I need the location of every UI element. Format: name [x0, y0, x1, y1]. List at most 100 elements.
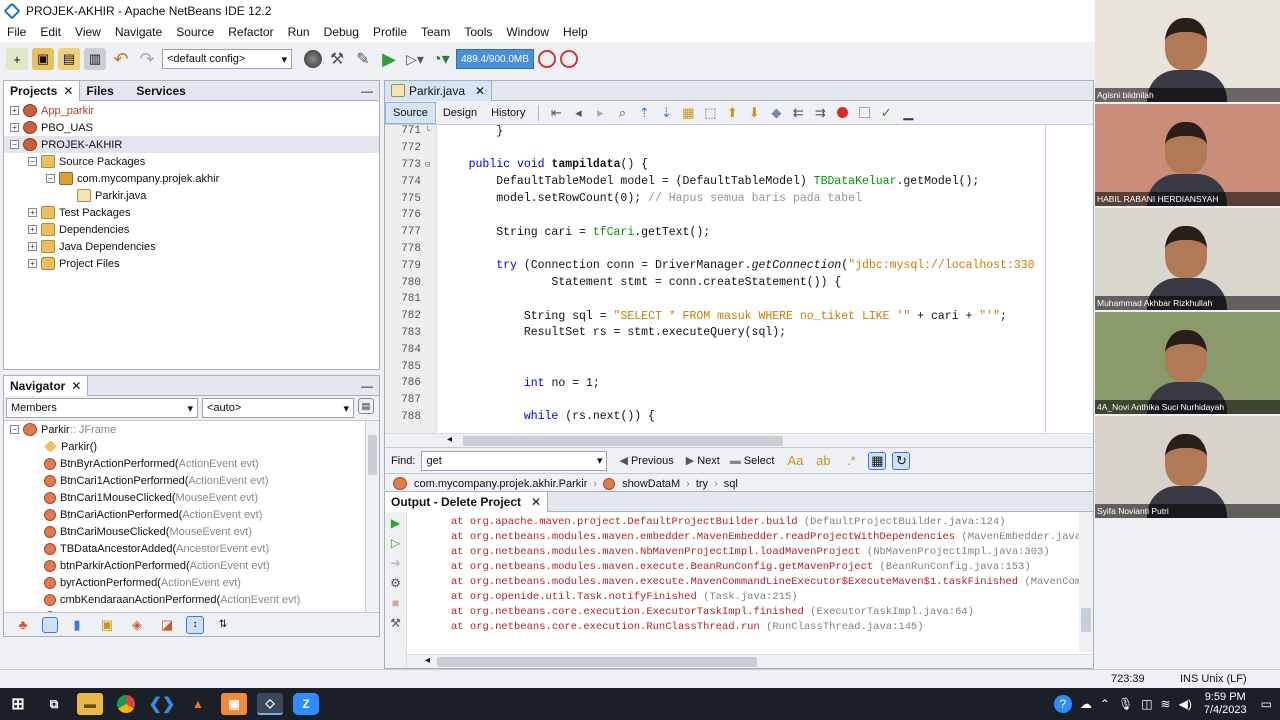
- breadcrumb-item[interactable]: showDataM: [603, 477, 680, 490]
- menu-refactor[interactable]: Refactor: [221, 25, 280, 39]
- expand-icon[interactable]: +: [10, 106, 19, 115]
- participant-video[interactable]: Muhammad Akhbar Rizkhullah: [1095, 208, 1280, 310]
- undo-icon[interactable]: ↶: [110, 48, 132, 70]
- config-select[interactable]: <default config> ▾: [162, 49, 292, 69]
- navigator-member[interactable]: BtnCari1MouseClicked(MouseEvent evt): [4, 489, 379, 506]
- run-icon[interactable]: ▶: [378, 48, 400, 70]
- menu-edit[interactable]: Edit: [33, 25, 68, 39]
- menu-window[interactable]: Window: [499, 25, 556, 39]
- menu-help[interactable]: Help: [556, 25, 595, 39]
- expand-icon[interactable]: +: [28, 208, 37, 217]
- menu-debug[interactable]: Debug: [317, 25, 366, 39]
- tab-files[interactable]: Files: [80, 81, 130, 101]
- collapse-icon[interactable]: −: [10, 140, 19, 149]
- tab-navigator[interactable]: Navigator ✕: [4, 375, 89, 396]
- code-line[interactable]: 781: [385, 291, 1093, 308]
- profile-icon[interactable]: ◔▾: [430, 48, 452, 70]
- find-prev-icon[interactable]: ⇡: [633, 102, 655, 124]
- start-macro-icon[interactable]: [831, 102, 853, 124]
- chrome-icon[interactable]: [113, 693, 139, 715]
- volume-icon[interactable]: ◀): [1179, 697, 1192, 711]
- help-icon[interactable]: ?: [1053, 695, 1072, 713]
- tree-item[interactable]: Parkir.java: [4, 187, 379, 204]
- output-line[interactable]: at org.openide.util.Task.notifyFinished …: [451, 589, 1093, 604]
- fold-marker[interactable]: ⊟: [425, 160, 441, 170]
- close-icon[interactable]: ✕: [71, 379, 81, 393]
- stack-frame-link[interactable]: at org.netbeans.modules.maven.embedder.M…: [451, 531, 955, 543]
- navigator-member[interactable]: TBDataAncestorAdded(AncestorEvent evt): [4, 540, 379, 557]
- find-icon[interactable]: ⌕: [611, 102, 633, 124]
- navigator-scrollbar[interactable]: [365, 421, 379, 635]
- hammer-icon[interactable]: ⚒: [326, 48, 348, 70]
- navigator-member[interactable]: BtnCari1ActionPerformed(ActionEvent evt): [4, 472, 379, 489]
- menu-file[interactable]: File: [0, 25, 33, 39]
- code-line[interactable]: 787: [385, 392, 1093, 409]
- tree-item[interactable]: + Java Dependencies: [4, 238, 379, 255]
- whole-words-icon[interactable]: ab: [812, 450, 834, 472]
- code-line[interactable]: 775 model.setRowCount(0); // Hapus semua…: [385, 190, 1093, 207]
- onedrive-icon[interactable]: ☁: [1080, 697, 1092, 711]
- navigator-member[interactable]: cmbKendaraanActionPerformed(ActionEvent …: [4, 591, 379, 608]
- stop-macro-icon[interactable]: [853, 102, 875, 124]
- editor-hscrollbar[interactable]: ◂: [385, 433, 1093, 447]
- hierarchy-icon[interactable]: ♣: [12, 614, 34, 636]
- clean-build-icon[interactable]: ✎: [352, 48, 374, 70]
- memory-indicator[interactable]: 489.4/900.0MB: [456, 49, 534, 69]
- debug-icon[interactable]: ▷▾: [404, 48, 426, 70]
- code-line[interactable]: 778: [385, 241, 1093, 258]
- breadcrumb-item[interactable]: com.mycompany.projek.akhir.Parkir: [393, 477, 587, 490]
- find-previous-button[interactable]: ◀ Previous: [619, 454, 673, 468]
- inherited-icon[interactable]: ◈: [126, 614, 148, 636]
- check-code-icon[interactable]: ✓: [875, 102, 897, 124]
- find-next-icon[interactable]: ⇣: [655, 102, 677, 124]
- output-line[interactable]: at org.netbeans.modules.maven.execute.Ma…: [451, 574, 1093, 589]
- breadcrumb-item[interactable]: try: [696, 478, 708, 490]
- collapse-icon[interactable]: −: [46, 174, 55, 183]
- gc-icon[interactable]: [538, 50, 556, 68]
- menu-team[interactable]: Team: [414, 25, 457, 39]
- expand-icon[interactable]: +: [10, 123, 19, 132]
- navigator-member[interactable]: BtnByrActionPerformed(ActionEvent evt): [4, 455, 379, 472]
- regex-icon[interactable]: .*: [840, 450, 862, 472]
- tab-parkir-java[interactable]: Parkir.java ✕: [385, 80, 493, 101]
- navigator-member[interactable]: byrActionPerformed(ActionEvent evt): [4, 574, 379, 591]
- code-line[interactable]: 783 ResultSet rs = stmt.executeQuery(sql…: [385, 325, 1093, 342]
- tree-item[interactable]: + Dependencies: [4, 221, 379, 238]
- code-line[interactable]: 774 DefaultTableModel model = (DefaultTa…: [385, 173, 1093, 190]
- menu-run[interactable]: Run: [281, 25, 317, 39]
- tab-projects[interactable]: Projects ✕: [4, 80, 81, 101]
- rerun-with-icon[interactable]: ▷: [391, 536, 400, 550]
- scroll-left-icon[interactable]: ◂: [425, 655, 430, 666]
- menu-tools[interactable]: Tools: [457, 25, 499, 39]
- tree-item[interactable]: − com.mycompany.projek.akhir: [4, 170, 379, 187]
- navigator-member[interactable]: btnParkirActionPerformed(ActionEvent evt…: [4, 557, 379, 574]
- view-options-icon[interactable]: ▤: [358, 398, 374, 414]
- app-icon[interactable]: ▣: [221, 693, 247, 715]
- code-area[interactable]: 771 └ } 772 773 ⊟ public void tampildata() {…: [385, 125, 1093, 425]
- tab-services[interactable]: Services: [130, 81, 191, 101]
- next-bookmark-icon[interactable]: ⬇: [743, 102, 765, 124]
- members-select[interactable]: Members ▾: [6, 398, 198, 418]
- open-project-icon[interactable]: ▤: [58, 48, 80, 70]
- minimize-icon[interactable]: —: [361, 84, 373, 98]
- globe-icon[interactable]: [304, 50, 322, 68]
- code-line[interactable]: 784: [385, 341, 1093, 358]
- participant-video[interactable]: 4A_Novi Anthika Suci Nurhidayah: [1095, 312, 1280, 414]
- scroll-left-icon[interactable]: ◂: [447, 434, 452, 445]
- output-line[interactable]: at org.netbeans.core.execution.RunClassT…: [451, 619, 1093, 634]
- prev-bookmark-icon[interactable]: ⬆: [721, 102, 743, 124]
- shift-right-icon[interactable]: ⇉: [809, 102, 831, 124]
- tab-source[interactable]: Source: [385, 101, 436, 124]
- redo-icon[interactable]: ↷: [136, 48, 158, 70]
- output-line[interactable]: at org.netbeans.modules.maven.embedder.M…: [451, 529, 1093, 544]
- toggle-highlight-icon[interactable]: ▦: [677, 102, 699, 124]
- code-line[interactable]: 773 ⊟ public void tampildata() {: [385, 157, 1093, 174]
- find-select-button[interactable]: ▬ Select: [730, 455, 775, 467]
- output-vscrollbar[interactable]: [1079, 512, 1093, 652]
- sort-icon[interactable]: ◪: [156, 614, 178, 636]
- clock[interactable]: 9:59 PM 7/4/2023: [1204, 691, 1247, 717]
- shift-left-icon[interactable]: ⇇: [787, 102, 809, 124]
- network-icon[interactable]: ◫: [1141, 697, 1152, 711]
- stack-frame-link[interactable]: at org.openide.util.Task.notifyFinished: [451, 591, 697, 603]
- back-icon[interactable]: ◂: [567, 102, 589, 124]
